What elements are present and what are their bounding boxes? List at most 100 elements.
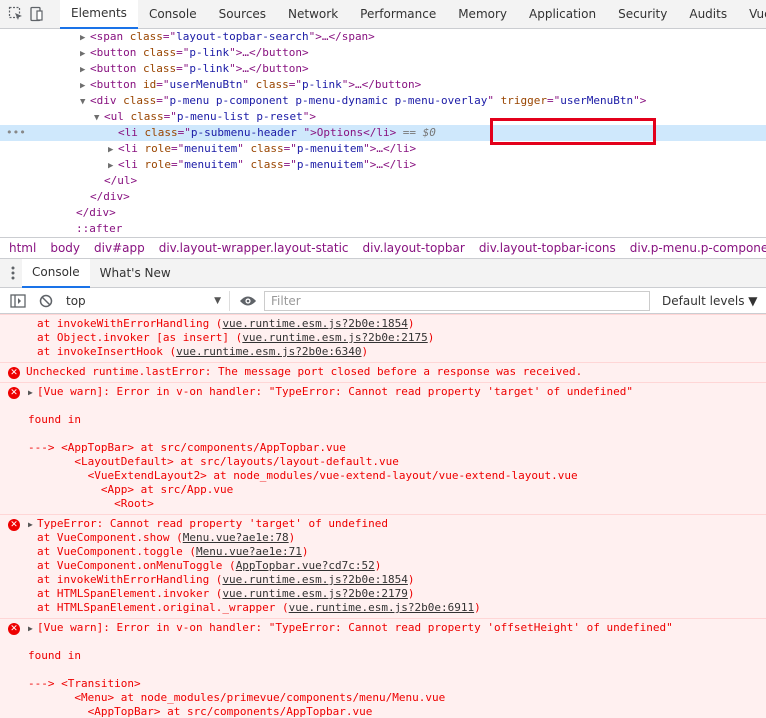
tab-sources[interactable]: Sources xyxy=(208,0,277,29)
message-line: at invokeWithErrorHandling (vue.runtime.… xyxy=(0,573,766,587)
message-text: found in xyxy=(28,649,81,662)
attr-name: id xyxy=(142,78,157,91)
dom-node-content: ▶ <li role="menuitem" class="p-menuitem">… xyxy=(108,158,416,171)
dom-node-content: </div> xyxy=(80,190,130,203)
attr-eq: =" xyxy=(176,62,190,75)
filter-input[interactable]: Filter xyxy=(264,290,650,311)
tab-performance[interactable]: Performance xyxy=(349,0,447,29)
breadcrumb-item[interactable]: div.layout-topbar-icons xyxy=(471,241,622,255)
clear-console-icon[interactable] xyxy=(34,289,58,313)
dom-node[interactable]: <li class="p-submenu-header ">Options</l… xyxy=(0,125,766,141)
message-text: at invokeWithErrorHandling ( xyxy=(37,573,223,586)
tab-console[interactable]: Console xyxy=(138,0,208,29)
context-select[interactable]: top ▼ xyxy=(58,290,230,311)
node-actions-icon[interactable]: ••• xyxy=(6,125,26,141)
message-line: <Root> xyxy=(0,497,766,511)
tag-close: >Options</li> xyxy=(310,126,397,139)
breadcrumb-item[interactable]: div.layout-topbar xyxy=(355,241,471,255)
message-line: <App> at src/App.vue xyxy=(0,483,766,497)
attr-value: p-submenu-header xyxy=(190,126,304,139)
attr-value: p-menu-list p-reset xyxy=(176,110,303,123)
tab-security[interactable]: Security xyxy=(607,0,678,29)
message-line: <VueExtendLayout2> at node_modules/vue-e… xyxy=(0,469,766,483)
message-tail: ) xyxy=(374,559,382,572)
drawer-tab-bar: Console What's New xyxy=(0,258,766,288)
drawer-tab-what-s-new[interactable]: What's New xyxy=(90,259,181,288)
sidebar-toggle-icon[interactable] xyxy=(6,289,30,313)
expand-right-icon[interactable]: ▶ xyxy=(80,78,90,94)
message-text: ---> <Transition> xyxy=(28,677,141,690)
source-link[interactable]: vue.runtime.esm.js?2b0e:1854 xyxy=(222,317,407,330)
dom-node[interactable]: ::after xyxy=(66,221,122,237)
dom-node[interactable]: ▼ <div class="p-menu p-component p-menu-d… xyxy=(80,93,646,109)
attr-name: trigger xyxy=(500,94,547,107)
expand-down-icon[interactable]: ▼ xyxy=(80,94,90,110)
tab-memory[interactable]: Memory xyxy=(447,0,518,29)
attr-value: layout-topbar-search xyxy=(176,30,309,43)
context-select-value: top xyxy=(66,293,86,308)
breadcrumb-item[interactable]: div.p-menu.p-component.p-menu-dynamic.p-… xyxy=(622,241,766,255)
source-link[interactable]: Menu.vue?ae1e:71 xyxy=(196,545,302,558)
dom-node[interactable]: ▶ <button class="p-link">…</button> xyxy=(80,61,309,77)
expand-right-icon[interactable]: ▶ xyxy=(28,622,37,636)
message-text: <AppTopBar> at src/components/AppTopbar.… xyxy=(28,705,373,718)
tab-application[interactable]: Application xyxy=(518,0,607,29)
dom-node-content: ::after xyxy=(66,222,122,235)
breadcrumb-item[interactable]: div#app xyxy=(86,241,151,255)
breadcrumb-item[interactable]: html xyxy=(0,241,42,255)
tab-network[interactable]: Network xyxy=(277,0,349,29)
message-text: <Root> xyxy=(28,497,154,510)
message-line: at HTMLSpanElement.invoker (vue.runtime.… xyxy=(0,587,766,601)
breadcrumb: html body div#app div.layout-wrapper.layout… xyxy=(0,237,766,259)
attr-eq: =" xyxy=(177,126,191,139)
source-link[interactable]: AppTopbar.vue?cd7c:52 xyxy=(236,559,375,572)
message-tail: ) xyxy=(474,601,481,614)
drawer-menu-icon[interactable] xyxy=(4,261,22,285)
drawer-tab-console[interactable]: Console xyxy=(22,258,90,288)
attr-value: p-link xyxy=(301,78,342,91)
message-line: at Object.invoker [as insert] (vue.runti… xyxy=(0,331,766,345)
tab-audits[interactable]: Audits xyxy=(678,0,738,29)
device-toggle-icon[interactable] xyxy=(28,2,44,26)
dom-node[interactable]: ▶ <li role="menuitem" class="p-menuitem">… xyxy=(108,157,416,173)
expand-right-icon[interactable]: ▶ xyxy=(108,158,118,174)
dom-node[interactable]: ▶ <span class="layout-topbar-search">…</s… xyxy=(80,29,375,45)
eye-icon[interactable] xyxy=(236,289,260,313)
dom-node[interactable]: ▶ <button class="p-link">…</button> xyxy=(80,45,309,61)
tag-close: >…</li> xyxy=(369,142,417,155)
dom-node-content: ▼ <ul class="p-menu-list p-reset"> xyxy=(94,110,316,123)
source-link[interactable]: Menu.vue?ae1e:78 xyxy=(183,531,289,544)
tab-elements[interactable]: Elements xyxy=(60,0,138,29)
expand-right-icon[interactable]: ▶ xyxy=(80,62,90,78)
breadcrumb-item[interactable]: div.layout-wrapper.layout-static xyxy=(151,241,355,255)
source-link[interactable]: vue.runtime.esm.js?2b0e:2179 xyxy=(222,587,407,600)
message-tail: ) xyxy=(407,317,415,330)
dom-node[interactable]: </ul> xyxy=(94,173,137,189)
source-link[interactable]: vue.runtime.esm.js?2b0e:6911 xyxy=(289,601,474,614)
expand-right-icon[interactable]: ▶ xyxy=(80,46,90,62)
expand-right-icon[interactable]: ▶ xyxy=(108,142,118,158)
source-link[interactable]: vue.runtime.esm.js?2b0e:2175 xyxy=(242,331,427,344)
dom-node[interactable]: ▼ <ul class="p-menu-list p-reset"> xyxy=(94,109,316,125)
dom-node[interactable]: ▶ <li role="menuitem" class="p-menuitem">… xyxy=(108,141,416,157)
tab-vue[interactable]: Vue xyxy=(738,0,766,29)
dom-node[interactable]: </div> xyxy=(80,189,130,205)
dom-node-content: ▶ <button id="userMenuBtn" class="p-link"… xyxy=(80,78,421,91)
devtools-tab-bar: Elements Console Sources Network Performance… xyxy=(0,0,766,29)
expand-right-icon[interactable]: ▶ xyxy=(28,386,37,400)
tag-open: ::after xyxy=(76,222,123,235)
source-link[interactable]: vue.runtime.esm.js?2b0e:6340 xyxy=(176,345,361,358)
log-levels-select[interactable]: Default levels ▼ xyxy=(662,294,758,308)
cursor-select-icon[interactable] xyxy=(8,2,24,26)
expand-down-icon[interactable]: ▼ xyxy=(94,110,104,126)
breadcrumb-item[interactable]: body xyxy=(42,241,86,255)
dom-node[interactable]: </div> xyxy=(66,205,116,221)
attr-eq: =" xyxy=(176,46,190,59)
expand-right-icon[interactable]: ▶ xyxy=(28,518,37,532)
expand-right-icon[interactable]: ▶ xyxy=(80,30,90,46)
attr-name: class xyxy=(255,78,289,91)
dom-node[interactable]: ▶ <button id="userMenuBtn" class="p-link"… xyxy=(80,77,421,93)
source-link[interactable]: vue.runtime.esm.js?2b0e:1854 xyxy=(222,573,407,586)
